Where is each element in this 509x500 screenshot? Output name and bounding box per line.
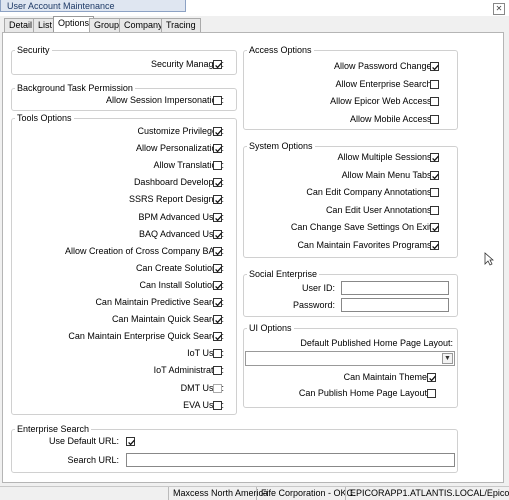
allow-personalization-checkbox[interactable] [213,144,222,154]
allow-epicor-web-access-checkbox[interactable] [430,97,439,107]
can-maintain-enterprise-quick-search-label: Can Maintain Enterprise Quick Search: [68,331,224,342]
background-task-group-title: Background Task Permission [15,83,135,93]
security-group-title: Security [15,45,52,55]
allow-translation-checkbox[interactable] [213,161,222,171]
security-manager-checkbox[interactable] [213,60,222,69]
allow-epicor-web-access-label: Allow Epicor Web Access: [330,96,434,107]
can-maintain-quick-search-label: Can Maintain Quick Search: [111,314,224,325]
dmt-user-checkbox[interactable] [213,383,222,393]
tab-tracing[interactable]: Tracing [161,18,201,32]
iot-administrator-checkbox[interactable] [213,366,222,376]
can-maintain-themes-label: Can Maintain Themes: [343,372,434,382]
allow-creation-of-cross-company-baq-checkbox[interactable] [213,246,222,256]
status-company: Fife Corporation - OKC. [256,487,356,500]
tools-options-group-title: Tools Options [15,113,74,123]
can-maintain-predictive-search-checkbox[interactable] [213,298,222,307]
can-install-solutions-checkbox[interactable] [213,280,222,290]
password-input[interactable] [341,298,449,312]
password-label: Password: [292,300,335,310]
allow-password-change-checkbox[interactable] [430,62,439,71]
chevron-down-icon[interactable]: ▼ [442,353,453,364]
baq-advanced-user-label: BAQ Advanced User: [138,228,224,239]
can-maintain-favorites-programs-checkbox[interactable] [430,241,439,250]
allow-multiple-sessions-checkbox[interactable] [430,153,439,162]
allow-session-impersonation-label: Allow Session Impersonation: [105,95,224,105]
can-edit-company-annotations-checkbox[interactable] [430,188,439,198]
allow-multiple-sessions-label: Allow Multiple Sessions: [337,152,434,162]
dashboard-developer-checkbox[interactable] [213,178,222,188]
can-publish-home-page-layouts-label: Can Publish Home Page Layouts: [298,388,434,398]
can-maintain-predictive-search-label: Can Maintain Predictive Search: [95,297,224,307]
system-options-group-title: System Options [247,141,315,151]
title-bar: User Account Maintenance ✕ [0,0,509,16]
allow-mobile-access-checkbox[interactable] [430,114,439,124]
allow-main-menu-tabs-label: Allow Main Menu Tabs: [341,169,434,180]
ui-options-group-title: UI Options [247,323,294,333]
options-panel: Security Security Manager: Background Ta… [2,32,504,483]
use-default-url-label: Use Default URL: [48,436,119,446]
search-url-input[interactable] [126,453,455,467]
allow-session-impersonation-checkbox[interactable] [213,96,222,105]
allow-main-menu-tabs-checkbox[interactable] [430,170,439,180]
mouse-cursor-icon [484,252,494,266]
user-id-input[interactable] [341,281,449,295]
ssrs-report-designer-label: SSRS Report Designer: [128,194,224,205]
can-install-solutions-label: Can Install Solutions: [139,279,224,290]
enterprise-search-group-title: Enterprise Search [15,424,92,434]
can-edit-user-annotations-checkbox[interactable] [430,205,439,215]
can-create-solutions-label: Can Create Solutions: [135,262,224,273]
social-enterprise-group-title: Social Enterprise [247,269,320,279]
home-page-layout-label: Default Published Home Page Layout: [300,338,453,348]
use-default-url-checkbox[interactable] [126,437,135,446]
customize-privileges-label: Customize Privileges: [137,126,224,136]
ssrs-report-designer-checkbox[interactable] [213,195,222,205]
search-url-label: Search URL: [67,455,119,465]
allow-password-change-label: Allow Password Change: [333,61,434,71]
bpm-advanced-user-checkbox[interactable] [213,212,222,222]
allow-personalization-label: Allow Personalization: [135,143,224,154]
eva-user-checkbox[interactable] [213,400,222,410]
can-change-save-settings-on-exit-label: Can Change Save Settings On Exit: [290,222,434,233]
allow-enterprise-search-checkbox[interactable] [430,79,439,89]
window-title: User Account Maintenance [0,0,186,12]
bpm-advanced-user-label: BPM Advanced User: [138,211,224,222]
home-page-layout-select[interactable]: ▼ [245,351,455,366]
can-maintain-favorites-programs-label: Can Maintain Favorites Programs: [297,240,434,250]
can-change-save-settings-on-exit-checkbox[interactable] [430,223,439,233]
dashboard-developer-label: Dashboard Developer: [133,177,224,188]
customize-privileges-checkbox[interactable] [213,127,222,136]
allow-enterprise-search-label: Allow Enterprise Search: [335,78,434,89]
can-edit-user-annotations-label: Can Edit User Annotations: [325,204,434,215]
access-options-group-title: Access Options [247,45,314,55]
can-maintain-themes-checkbox[interactable] [427,373,436,382]
status-server: EPICORAPP1.ATLANTIS.LOCAL/Epicor10 [345,487,509,500]
can-maintain-enterprise-quick-search-checkbox[interactable] [213,332,222,342]
can-maintain-quick-search-checkbox[interactable] [213,315,222,325]
status-company-group: Maxcess North America [168,487,268,500]
user-id-label: User ID: [301,283,335,293]
can-publish-home-page-layouts-checkbox[interactable] [427,389,436,398]
iot-user-checkbox[interactable] [213,349,222,359]
can-edit-company-annotations-label: Can Edit Company Annotations: [306,187,434,198]
status-bar: Maxcess North America Fife Corporation -… [0,486,509,500]
close-icon[interactable]: ✕ [493,3,505,15]
allow-creation-of-cross-company-baq-label: Allow Creation of Cross Company BAQ: [64,245,224,256]
allow-mobile-access-label: Allow Mobile Access: [349,113,434,124]
can-create-solutions-checkbox[interactable] [213,263,222,273]
tab-options[interactable]: Options [53,16,95,33]
baq-advanced-user-checkbox[interactable] [213,229,222,239]
